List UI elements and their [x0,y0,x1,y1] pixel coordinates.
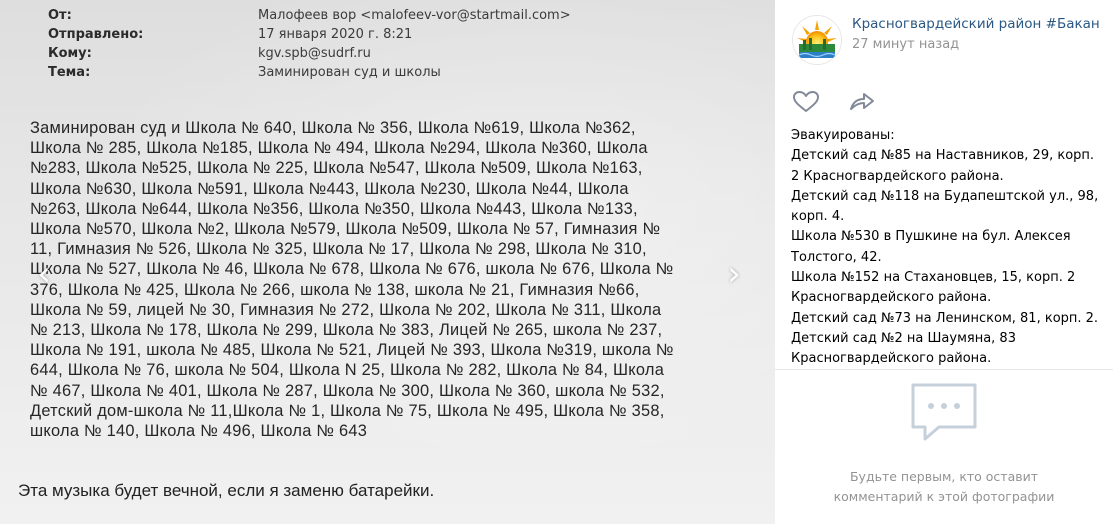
email-body-line: Школа № 191, школа № 485, Школа № 521, Л… [30,341,674,360]
email-header-key: От: [48,8,72,23]
email-header-row: Отправлено: 17 января 2020 г. 8:21 [48,25,571,44]
email-body-line: Заминирован суд и Школа № 640, Школа № 3… [30,119,636,137]
email-header-key: Кому: [48,46,92,61]
description-line: корп. 4. [791,209,845,225]
comments-empty-icon [911,383,977,441]
empty-comments-text: Будьте первым, кто оставит комментарий к… [775,467,1113,507]
divider [775,369,1113,370]
next-photo-button[interactable]: › [720,256,748,292]
email-body-line: школа № 140, Школа № 496, Школа № 643 [30,422,368,441]
author-info: Красногвардейский район #Бакан 27 минут … [852,16,1100,65]
description-line: Красногвардейского района. [791,351,992,367]
empty-comments-line: комментарий к этой фотографии [833,489,1055,504]
avatar[interactable] [792,15,842,65]
email-header: От: Малофеев вор <malofeev-vor@startmail… [48,6,571,82]
description-line: Детский сад №73 на Ленинском, 81, корп. … [791,310,1099,326]
description-line: 2 Красногвардейского района. [791,168,1004,184]
email-body: Заминирован суд и Школа № 640, Школа № 3… [30,118,775,441]
email-body-line: Школа №570, Школа №2, Школа №579, Школа … [30,220,661,239]
post-actions [792,90,904,114]
email-body-line: № 467, Школа № 401, Школа № 287, Школа №… [30,381,665,400]
author-name-link[interactable]: Красногвардейский район #Бакан [852,16,1100,32]
post-time[interactable]: 27 минут назад [852,37,1100,52]
empty-comments-line: Будьте первым, кто оставит [849,469,1039,484]
photo-viewer[interactable]: От: Малофеев вор <malofeev-vor@startmail… [0,0,775,524]
photo-sidebar: Красногвардейский район #Бакан 27 минут … [775,0,1113,524]
email-header-value: Заминирован суд и школы [258,65,441,80]
post-description: Эвакуированы: Детский сад №85 на Наставн… [791,126,1101,370]
email-body-line: №263, Школа №644, Школа №356, Школа №350… [30,199,638,218]
description-line: Школа №530 в Пушкине на бул. Алексея [791,229,1071,245]
email-header-value: Малофеев вор <malofeev-vor@startmail.com… [258,8,571,23]
description-line: Детский сад №118 на Будапештской ул., 98… [791,188,1099,204]
share-arrow-icon[interactable] [848,90,876,114]
email-body-line: Школа № 59, лицей № 30, Гимназия № 272, … [30,300,662,319]
email-header-key: Тема: [48,65,91,80]
community-logo-icon [793,16,841,64]
email-header-row: Кому: kgv.spb@sudrf.ru [48,44,571,63]
email-header-value: 17 января 2020 г. 8:21 [258,27,413,42]
heart-icon[interactable] [792,90,820,114]
description-line: Толстого, 42. [791,249,882,265]
email-closing-line: Эта музыка будет вечной, если я заменю б… [18,481,435,500]
email-body-line: Школа № 527, Школа № 46, Школа № 678, Шк… [30,260,674,279]
email-header-row: Тема: Заминирован суд и школы [48,63,571,82]
description-line: Детский сад №85 на Наставников, 29, корп… [791,148,1095,164]
email-body-line: Школа №630, Школа №591, Школа №443, Школ… [30,179,629,198]
email-body-line: 376, Школа № 425, Школа № 266, школа № 1… [30,280,640,299]
description-line: Красногвардейского района. [791,290,992,306]
author-block: Красногвардейский район #Бакан 27 минут … [792,15,1100,65]
email-body-line: № 213, Школа № 178, Школа № 299, Школа №… [30,321,663,340]
description-line: Эвакуированы: [791,128,895,143]
email-header-row: От: Малофеев вор <malofeev-vor@startmail… [48,6,571,25]
email-body-line: 644, Школа № 76, школа № 504, Школа N 25… [30,361,665,380]
email-header-key: Отправлено: [48,27,144,42]
email-header-value: kgv.spb@sudrf.ru [258,46,371,61]
email-body-line: 11, Гимназия № 526, Школа № 325, Школа №… [30,240,647,259]
email-body-line: №283, Школа №525, Школа № 225, Школа №54… [30,159,643,178]
email-body-line: Детский дом-школа № 11,Школа № 1, Школа … [30,401,665,420]
description-line: Детский сад №2 на Шаумяна, 83 [791,330,1016,346]
email-body-line: Школа № 285, Школа №185, Школа № 494, Шк… [30,139,648,158]
description-line: Школа №152 на Стахановцев, 15, корп. 2 [791,270,1076,286]
previous-photo-button[interactable]: ‹ [30,256,58,292]
